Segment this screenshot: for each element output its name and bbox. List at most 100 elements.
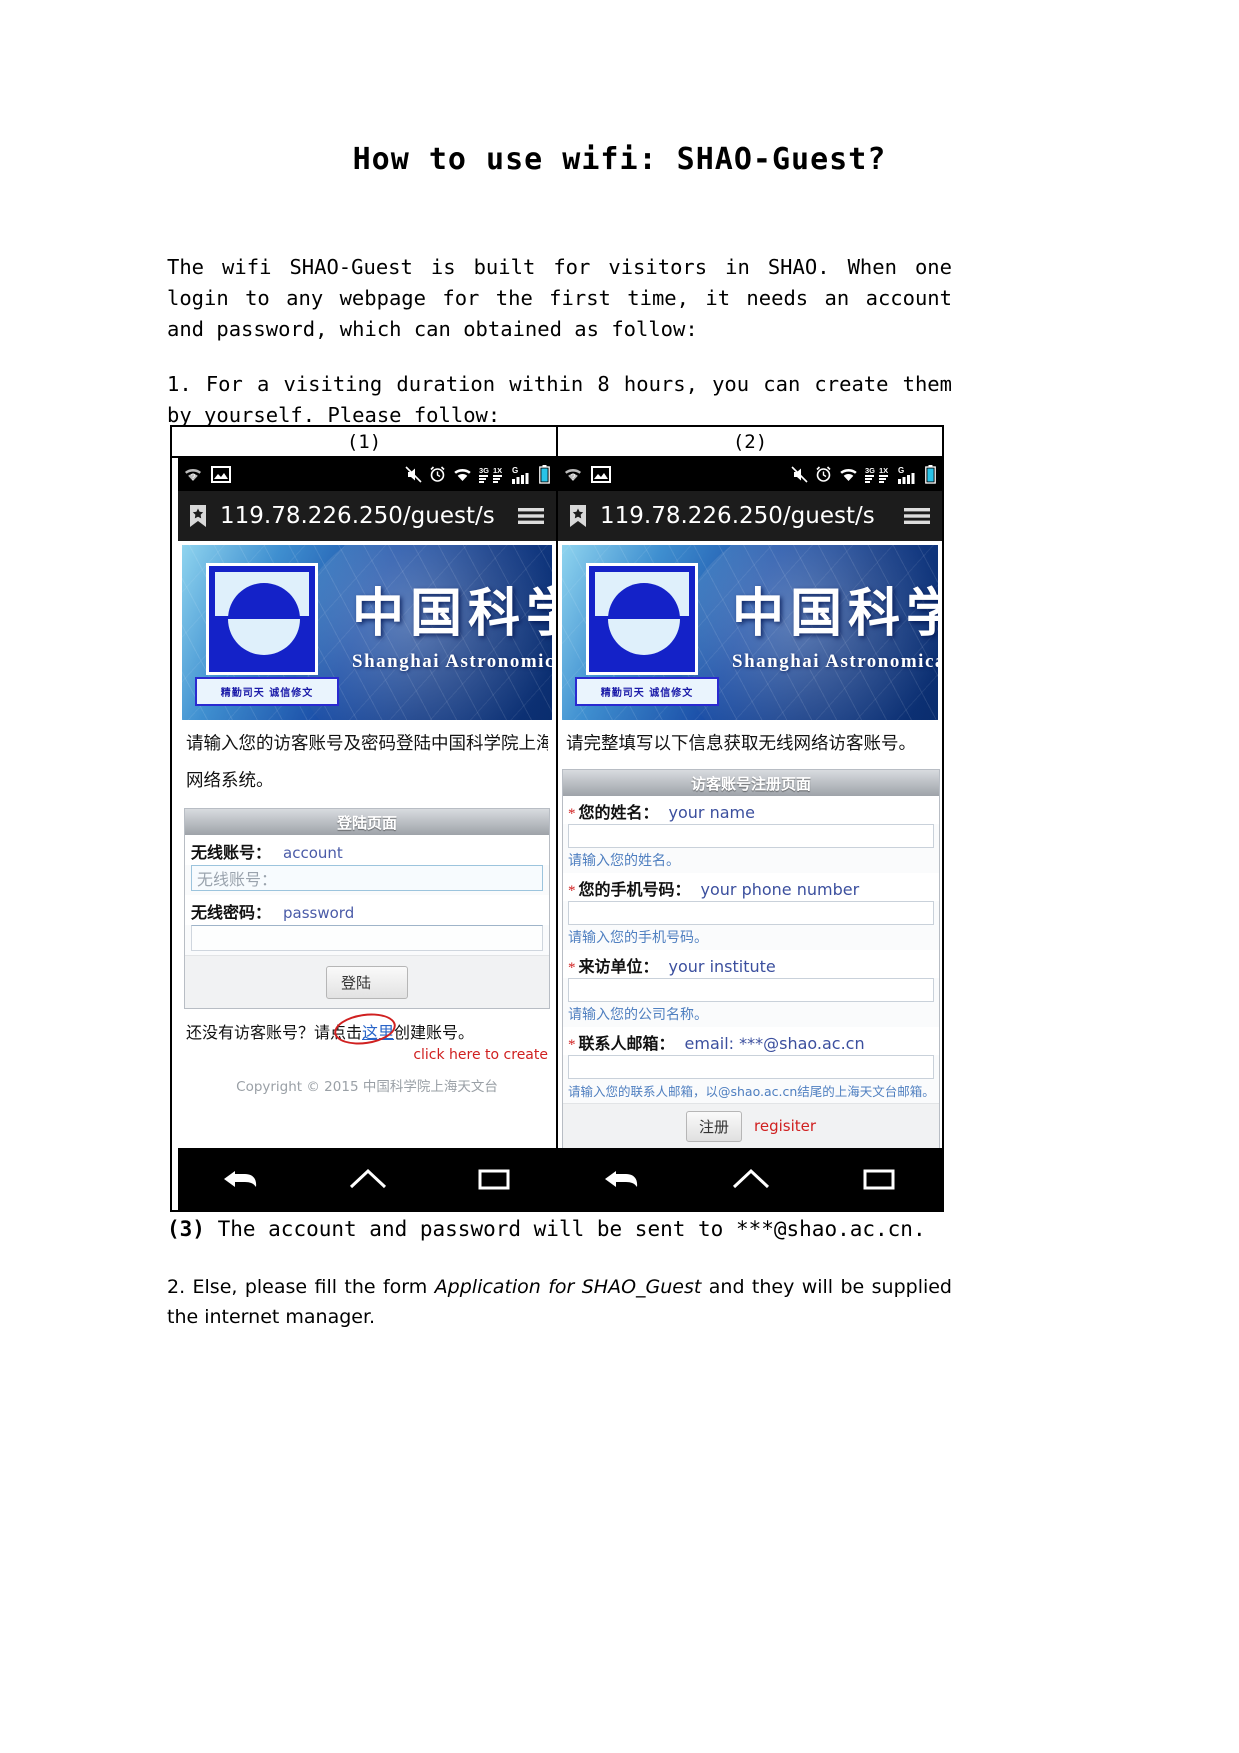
banner-english-name: Shanghai Astronomical: [732, 651, 938, 672]
browser-url-bar-2[interactable]: 119.78.226.250/guest/s: [558, 491, 942, 541]
phone-input[interactable]: [568, 901, 934, 925]
name-input[interactable]: [568, 824, 934, 848]
phone-screenshot-1: ? 3G 1X G 119.78.226.250/guest/s 精勤司天 诚信…: [178, 458, 556, 1210]
password-row: 无线密码： password: [185, 895, 549, 925]
table-header-1: (1): [172, 427, 558, 456]
name-label: 您的姓名：: [578, 803, 659, 822]
back-arrow-icon[interactable]: [221, 1165, 261, 1193]
bookmark-star-icon[interactable]: [568, 504, 588, 528]
recents-square-icon[interactable]: [475, 1165, 513, 1193]
g-signal-icon: G: [898, 466, 915, 484]
account-row: 无线账号： account: [185, 835, 549, 865]
email-row: * 联系人邮箱： email: ***@shao.ac.cn: [563, 1027, 939, 1055]
table-header-row: (1) (2): [172, 427, 942, 458]
institute-label: 来访单位：: [578, 957, 659, 976]
phone-annotation: your phone number: [700, 880, 860, 899]
password-input[interactable]: [191, 925, 543, 951]
wifi-question-icon: ?: [565, 468, 581, 482]
account-input[interactable]: 无线账号：: [191, 865, 543, 891]
alarm-clock-icon: [430, 466, 445, 482]
login-lead-line2: 网络系统。: [186, 771, 274, 791]
url-text-2[interactable]: 119.78.226.250/guest/s: [600, 503, 890, 529]
account-placeholder: 无线账号：: [197, 870, 278, 889]
recents-square-icon[interactable]: [860, 1165, 898, 1193]
hamburger-menu-icon[interactable]: [516, 504, 546, 528]
register-annotation: regisiter: [754, 1117, 817, 1135]
table-cell-1: ? 3G 1X G 119.78.226.250/guest/s 精勤司天 诚信…: [172, 458, 558, 1210]
create-annotation: click here to create: [413, 1047, 548, 1063]
svg-text:?: ?: [190, 472, 195, 482]
email-annotation: email: ***@shao.ac.cn: [684, 1034, 865, 1053]
page-title: How to use wifi: SHAO-Guest?: [352, 142, 887, 177]
status-bar-left: ?: [184, 466, 231, 483]
shao-logo-icon: [586, 563, 698, 675]
institute-input[interactable]: [568, 978, 934, 1002]
mute-icon: [791, 466, 808, 483]
required-star: *: [568, 806, 576, 822]
required-star: *: [568, 1037, 576, 1053]
shao-banner-1: 精勤司天 诚信修文 中国科学 Shanghai Astronomical: [182, 545, 552, 720]
shao-logo-icon: [206, 563, 318, 675]
phone-label: 您的手机号码：: [578, 880, 691, 899]
name-annotation: your name: [668, 803, 755, 822]
url-text[interactable]: 119.78.226.250/guest/s: [220, 503, 504, 529]
logo-motto: 精勤司天 诚信修文: [575, 677, 719, 706]
shao-banner-2: 精勤司天 诚信修文 中国科学 Shanghai Astronomical: [562, 545, 938, 720]
svg-text:3G: 3G: [479, 466, 489, 475]
status-bar-2-right: 3G 1X G: [791, 465, 936, 484]
phone-row: * 您的手机号码： your phone number: [563, 873, 939, 901]
register-lead: 请完整填写以下信息获取无线网络访客账号。: [566, 734, 916, 754]
svg-text:G: G: [898, 466, 904, 475]
required-star: *: [568, 960, 576, 976]
image-icon: [211, 466, 231, 483]
home-icon[interactable]: [730, 1165, 772, 1193]
step2-prefix: 2. Else, please fill the form: [167, 1276, 435, 1298]
name-hint: 请输入您的姓名。: [568, 853, 680, 869]
step3-number: (3): [167, 1217, 205, 1241]
password-annotation: password: [283, 904, 355, 922]
logo-motto: 精勤司天 诚信修文: [195, 677, 339, 706]
hamburger-menu-icon[interactable]: [902, 504, 932, 528]
create-account-line: 还没有访客账号？请点击这里创建账号。: [186, 1009, 548, 1049]
image-icon: [591, 466, 611, 483]
register-button[interactable]: 注册: [685, 1110, 742, 1142]
register-card: 访客账号注册页面 * 您的姓名： your name 请输入您的姓名。 * 您的…: [562, 769, 940, 1149]
step2-paragraph: 2. Else, please fill the form Applicatio…: [167, 1272, 952, 1332]
android-navbar-2: [558, 1148, 942, 1210]
browser-url-bar[interactable]: 119.78.226.250/guest/s: [178, 491, 556, 541]
status-bar-right: 3G 1X G: [405, 465, 550, 484]
3g-1x-signal-icon: 3G 1X: [479, 466, 502, 483]
copyright-text: Copyright © 2015 中国科学院上海天文台: [236, 1079, 498, 1095]
table-header-2: (2): [732, 430, 768, 453]
android-navbar-1: [178, 1148, 556, 1210]
alarm-clock-icon: [816, 466, 831, 482]
register-card-footer: 注册 regisiter: [563, 1103, 939, 1148]
svg-text:3G: 3G: [865, 466, 875, 475]
battery-icon: [539, 465, 550, 484]
3g-1x-signal-icon: 3G 1X: [865, 466, 888, 483]
bookmark-star-icon[interactable]: [188, 504, 208, 528]
password-label: 无线密码：: [191, 903, 272, 922]
status-bar-2-left: ?: [564, 466, 611, 483]
step2-form-name: Application for SHAO_Guest: [434, 1276, 702, 1298]
banner-chinese-name: 中国科学: [352, 584, 552, 644]
svg-text:G: G: [512, 466, 518, 475]
status-bar-2: ? 3G 1X G: [558, 458, 942, 491]
document-page: How to use wifi: SHAO-Guest? The wifi SH…: [0, 0, 1239, 1753]
login-lead-line1: 请输入您的访客账号及密码登陆中国科学院上海天: [186, 734, 548, 754]
status-bar: ? 3G 1X G: [178, 458, 556, 491]
step3-text: The account and password will be sent to…: [204, 1217, 926, 1241]
table-body-row: ? 3G 1X G 119.78.226.250/guest/s 精勤司天 诚信…: [172, 458, 942, 1210]
back-arrow-icon[interactable]: [602, 1165, 642, 1193]
screenshot-table: (1) (2) ? 3G 1X G 119.78.226.250/guest/s…: [170, 425, 944, 1212]
phone-screenshot-2: ? 3G 1X G 119.78.226.250/guest/s 精勤司天 诚信…: [558, 458, 942, 1210]
institute-annotation: your institute: [668, 957, 776, 976]
required-star: *: [568, 883, 576, 899]
login-button[interactable]: 登陆: [326, 965, 408, 999]
home-icon[interactable]: [347, 1165, 389, 1193]
highlight-ellipse: [332, 1009, 398, 1049]
table-cell-2: ? 3G 1X G 119.78.226.250/guest/s 精勤司天 诚信…: [558, 458, 942, 1210]
account-label: 无线账号：: [191, 843, 272, 862]
step1-paragraph: 1. For a visiting duration within 8 hour…: [167, 372, 952, 427]
email-input[interactable]: [568, 1055, 934, 1079]
